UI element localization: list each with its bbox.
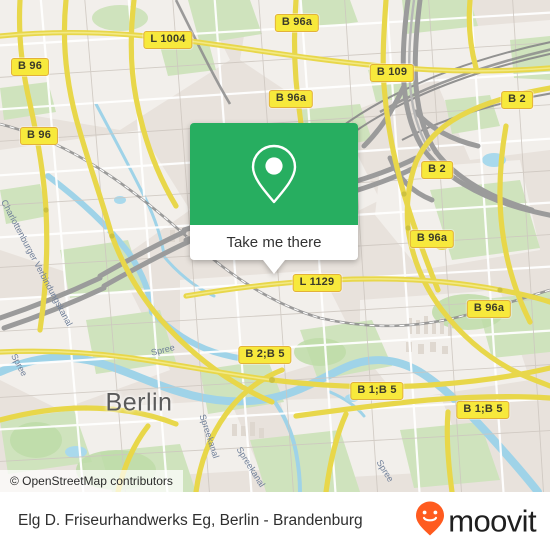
road-shield[interactable]: B 109 [369, 64, 415, 82]
page-title: Elg D. Friseurhandwerks Eg, Berlin - Bra… [18, 512, 363, 529]
moovit-map-screenshot: L 1004 B 96 B 96 B 96a B 96a B 109 B 2 B… [0, 0, 550, 550]
location-callout-card[interactable]: Take me there [190, 123, 358, 274]
map-attribution[interactable]: © OpenStreetMap contributors [0, 470, 183, 492]
road-shield[interactable]: B 1;B 5 [350, 382, 404, 400]
road-shield[interactable]: B 96a [409, 230, 455, 248]
map-viewport[interactable]: L 1004 B 96 B 96 B 96a B 96a B 109 B 2 B… [0, 0, 550, 492]
city-label-berlin: Berlin [105, 388, 173, 417]
road-shield[interactable]: B 96a [268, 90, 314, 108]
road-shield[interactable]: B 96 [10, 58, 50, 76]
callout-pin-panel [190, 123, 358, 225]
road-shield[interactable]: B 96 [19, 127, 59, 145]
footer-bar: Elg D. Friseurhandwerks Eg, Berlin - Bra… [0, 492, 550, 550]
road-shield[interactable]: L 1004 [143, 31, 193, 49]
road-shield[interactable]: B 2;B 5 [238, 346, 292, 364]
moovit-smiley-pin-icon [415, 501, 445, 542]
map-pin-icon [248, 143, 300, 205]
road-shield[interactable]: B 2 [421, 161, 453, 179]
moovit-wordmark: moovit [448, 503, 536, 539]
road-shield[interactable]: B 96a [274, 14, 320, 32]
moovit-logo[interactable]: moovit [415, 501, 537, 542]
road-shield[interactable]: L 1129 [292, 274, 342, 292]
road-shield[interactable]: B 1;B 5 [456, 401, 510, 419]
callout-tail [263, 260, 285, 274]
road-shield[interactable]: B 96a [466, 300, 512, 318]
attribution-text: © OpenStreetMap contributors [10, 474, 173, 488]
take-me-there-button[interactable]: Take me there [190, 225, 358, 260]
road-shield[interactable]: B 2 [501, 91, 533, 109]
